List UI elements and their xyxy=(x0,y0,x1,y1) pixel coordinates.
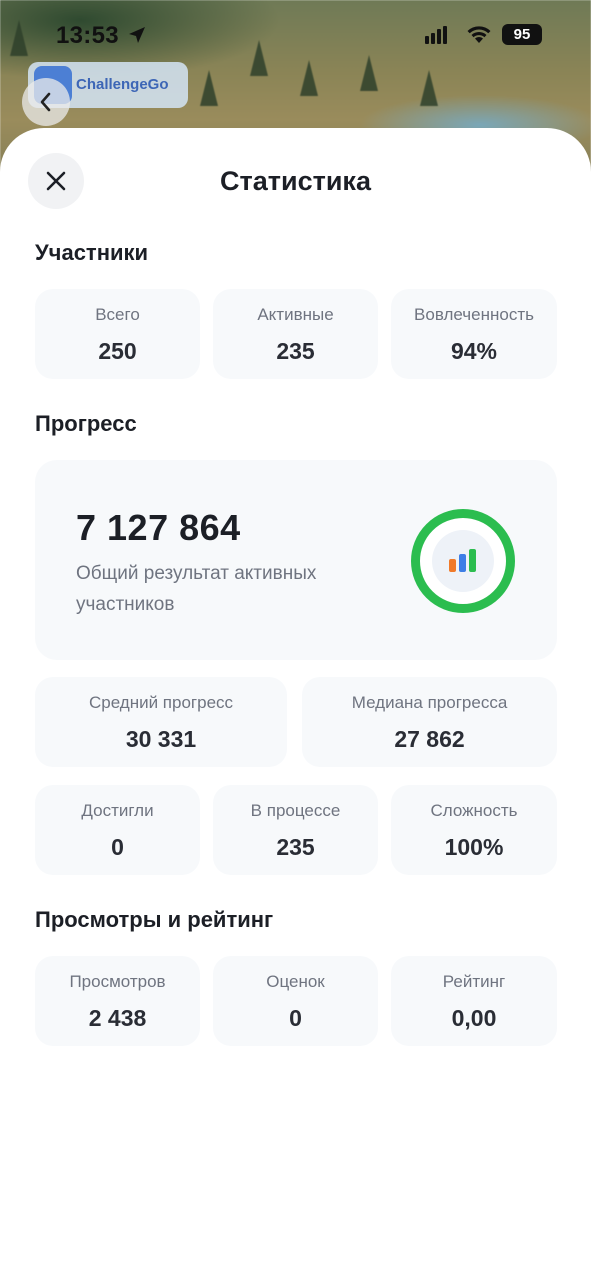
section-title-participants: Участники xyxy=(35,240,149,265)
battery-indicator: 95 xyxy=(502,24,542,45)
stat-value: 235 xyxy=(276,338,315,364)
stat-label: Активные xyxy=(257,305,334,324)
stat-label: В процессе xyxy=(250,801,341,820)
stat-label: Достигли xyxy=(81,801,154,820)
stat-value: 235 xyxy=(276,834,315,860)
status-time: 13:53 xyxy=(56,22,119,49)
stat-value: 94% xyxy=(450,338,498,364)
stat-label: Вовлеченность xyxy=(414,305,534,324)
wifi-icon xyxy=(467,26,491,43)
stat-card-median-progress: Медиана прогресса 27 862 xyxy=(302,677,557,767)
stat-value: 0 xyxy=(289,1005,302,1031)
stat-label: Рейтинг xyxy=(442,972,506,991)
stat-card-engagement: Вовлеченность 94% xyxy=(391,289,557,379)
cellular-signal-icon xyxy=(425,26,447,44)
back-button[interactable] xyxy=(22,78,70,126)
section-title-views-rating: Просмотры и рейтинг xyxy=(35,907,274,932)
stat-card-views: Просмотров 2 438 xyxy=(35,956,200,1046)
stat-card-achieved: Достигли 0 xyxy=(35,785,200,875)
page-title: Статистика xyxy=(220,166,371,196)
stat-card-ratings-count: Оценок 0 xyxy=(213,956,378,1046)
brand-name: ChallengeGo xyxy=(76,76,169,93)
stat-value: 30 331 xyxy=(125,726,197,752)
stat-value: 0 xyxy=(111,834,124,860)
stat-card-in-progress: В процессе 235 xyxy=(213,785,378,875)
stat-value: 2 438 xyxy=(88,1005,147,1031)
stat-label: Средний прогресс xyxy=(88,693,234,712)
stat-label: Оценок xyxy=(266,972,325,991)
stat-card-avg-progress: Средний прогресс 30 331 xyxy=(35,677,287,767)
location-arrow-icon xyxy=(129,27,145,43)
stat-card-active: Активные 235 xyxy=(213,289,378,379)
stat-card-rating: Рейтинг 0,00 xyxy=(391,956,557,1046)
status-bar: 13:53 95 xyxy=(0,0,591,70)
stat-value: 250 xyxy=(98,338,137,364)
stat-label: Всего xyxy=(95,305,140,324)
stat-value: 0,00 xyxy=(451,1005,497,1031)
stat-card-difficulty: Сложность 100% xyxy=(391,785,557,875)
stat-value: 27 862 xyxy=(394,726,465,752)
stat-label: Медиана прогресса xyxy=(351,693,508,712)
stat-label: Просмотров xyxy=(69,972,166,991)
stat-label: Сложность xyxy=(430,801,518,820)
section-title-progress: Прогресс xyxy=(35,411,137,436)
stat-value: 100% xyxy=(444,834,504,860)
bar-chart-icon xyxy=(449,549,476,572)
stat-card-total: Всего 250 xyxy=(35,289,200,379)
progress-ring xyxy=(411,509,515,613)
total-result-description: Общий результат активных участников xyxy=(76,563,317,615)
total-result-value: 7 127 864 xyxy=(76,507,241,548)
chevron-left-icon xyxy=(40,92,51,112)
